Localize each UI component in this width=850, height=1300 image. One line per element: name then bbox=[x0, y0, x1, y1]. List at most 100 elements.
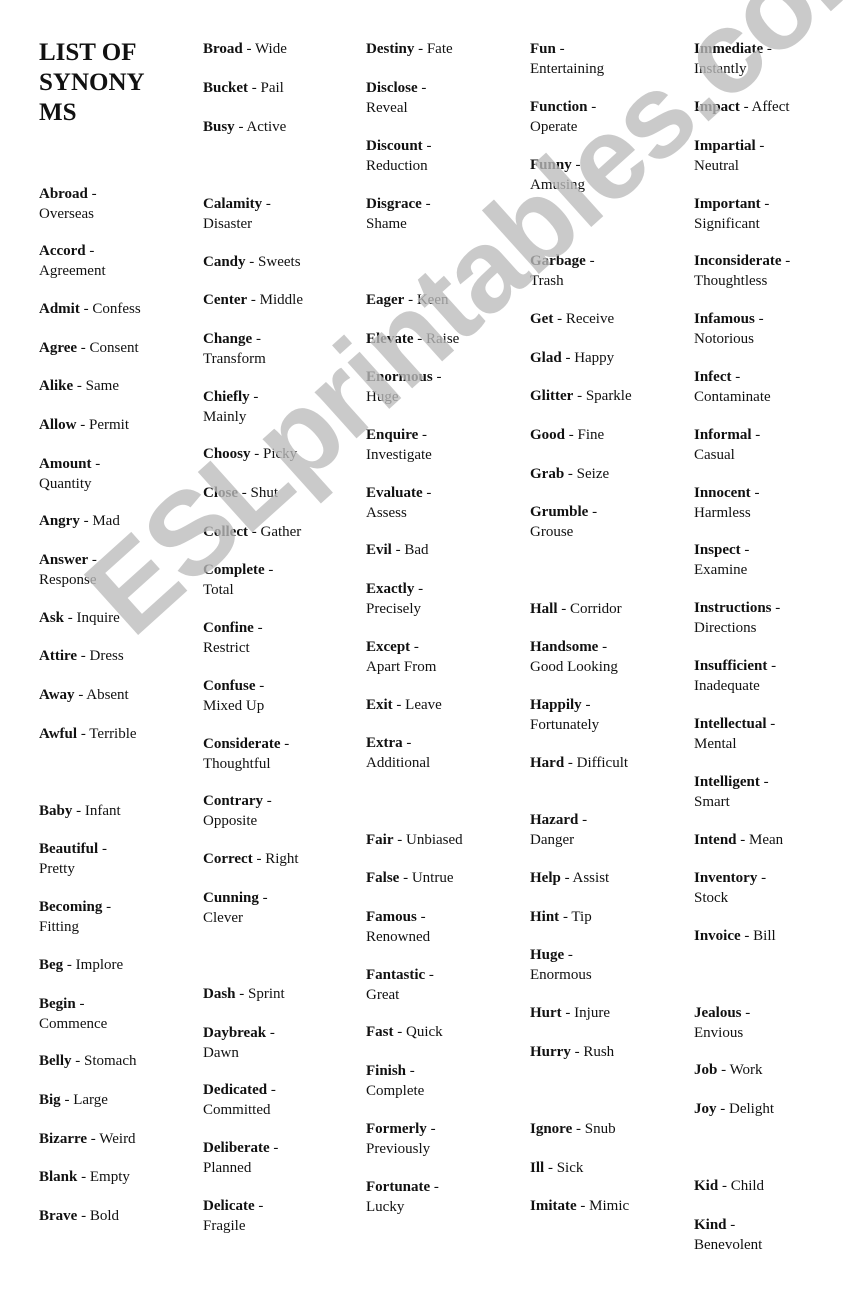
entry-synonym: Grouse bbox=[530, 523, 574, 540]
entry-synonym: Thoughtful bbox=[203, 755, 271, 772]
entry-word: Belly bbox=[39, 1053, 72, 1069]
entry-word: Intelligent bbox=[694, 774, 760, 790]
entry-word: Hard bbox=[530, 755, 565, 771]
entry-word: Change bbox=[203, 331, 253, 347]
entry-synonym: Fine bbox=[577, 427, 605, 443]
entry-synonym: Overseas bbox=[39, 205, 94, 222]
entry-synonym: Shut bbox=[250, 485, 279, 501]
entry-word: Exactly bbox=[366, 581, 415, 597]
entry-word: Away bbox=[39, 687, 75, 703]
synonym-entry: Discount - Reduction bbox=[366, 137, 516, 176]
entry-word: Except bbox=[366, 639, 411, 655]
entry-separator: - bbox=[716, 1101, 729, 1117]
entry-separator: - bbox=[87, 1131, 100, 1147]
entry-synonym: Middle bbox=[259, 292, 303, 308]
synonym-entry: Close - Shut bbox=[203, 484, 353, 504]
entry-word: Important bbox=[694, 196, 761, 212]
entry-word: Kind bbox=[694, 1217, 727, 1233]
entry-separator: - bbox=[245, 254, 259, 270]
synonym-entry: Jealous - Envious bbox=[694, 1004, 844, 1043]
entry-word: Agree bbox=[39, 340, 78, 356]
entry-separator: - bbox=[422, 138, 432, 154]
entry-synonym: Enormous bbox=[530, 966, 592, 983]
entry-separator: - bbox=[422, 485, 432, 501]
entry-synonym: Lucky bbox=[366, 1198, 405, 1215]
entry-separator: - bbox=[739, 99, 752, 115]
entry-separator: - bbox=[64, 610, 77, 626]
entry-word: Handsome bbox=[530, 639, 599, 655]
entry-separator: - bbox=[102, 899, 112, 915]
entry-separator: - bbox=[573, 388, 586, 404]
entry-synonym: Right bbox=[265, 851, 299, 867]
entry-word: Finish bbox=[366, 1063, 407, 1079]
synonym-entry: Intend - Mean bbox=[694, 831, 844, 851]
entry-separator: - bbox=[570, 1044, 584, 1060]
entry-separator: - bbox=[74, 687, 87, 703]
synonym-entry: Except - Apart From bbox=[366, 638, 516, 677]
entry-separator: - bbox=[280, 736, 290, 752]
synonym-entry: Finish - Complete bbox=[366, 1062, 516, 1101]
entry-synonym: Planned bbox=[203, 1159, 252, 1176]
synonym-entry: Broad - Wide bbox=[203, 40, 353, 60]
synonym-entry: Kid - Child bbox=[694, 1177, 844, 1197]
entry-separator: - bbox=[740, 928, 754, 944]
entry-synonym: Keen bbox=[416, 292, 449, 308]
entry-synonym: Inquire bbox=[76, 610, 120, 626]
entry-synonym: Total bbox=[203, 581, 234, 598]
entry-synonym: Thoughtless bbox=[694, 272, 768, 289]
synonym-entry: Becoming - Fitting bbox=[39, 898, 189, 937]
entry-word: Inventory bbox=[694, 870, 758, 886]
entry-separator: - bbox=[430, 1179, 439, 1195]
synonym-entry: Insufficient - Inadequate bbox=[694, 657, 844, 696]
entry-synonym: Happy bbox=[574, 350, 615, 366]
entry-word: Grab bbox=[530, 466, 565, 482]
entry-synonym: Good Looking bbox=[530, 658, 618, 675]
entry-separator: - bbox=[76, 417, 89, 433]
entry-word: Intellectual bbox=[694, 716, 767, 732]
entry-word: Immediate bbox=[694, 41, 764, 57]
entry-word: Destiny bbox=[366, 41, 415, 57]
entry-synonym: Unbiased bbox=[406, 832, 463, 848]
synonym-entry: Exit - Leave bbox=[366, 696, 516, 716]
entry-synonym: Contaminate bbox=[694, 388, 771, 405]
entry-separator: - bbox=[77, 340, 90, 356]
entry-separator: - bbox=[585, 253, 595, 269]
synonym-entry: Invoice - Bill bbox=[694, 927, 844, 947]
synonym-entry: Inventory - Stock bbox=[694, 869, 844, 908]
entry-word: Complete bbox=[203, 562, 265, 578]
entry-separator: - bbox=[406, 1063, 415, 1079]
entry-synonym: Reduction bbox=[366, 157, 428, 174]
entry-synonym: Additional bbox=[366, 754, 431, 771]
entry-separator: - bbox=[754, 311, 764, 327]
entry-synonym: Work bbox=[729, 1062, 763, 1078]
entry-separator: - bbox=[731, 369, 741, 385]
entry-synonym: Mixed Up bbox=[203, 697, 265, 714]
synonym-entry: Destiny - Fate bbox=[366, 40, 516, 60]
entry-synonym: Operate bbox=[530, 118, 578, 135]
entry-synonym: Disaster bbox=[203, 215, 253, 232]
entry-word: Big bbox=[39, 1092, 61, 1108]
entry-word: Innocent bbox=[694, 485, 751, 501]
title-line: MS bbox=[39, 99, 77, 126]
entry-separator: - bbox=[598, 639, 608, 655]
entry-word: Fast bbox=[366, 1024, 394, 1040]
entry-word: Delicate bbox=[203, 1198, 255, 1214]
synonym-entry: Angry - Mad bbox=[39, 512, 189, 532]
entry-separator: - bbox=[77, 1208, 90, 1224]
entry-synonym: Previously bbox=[366, 1140, 431, 1157]
entry-synonym: Picky bbox=[263, 446, 298, 462]
entry-separator: - bbox=[740, 542, 750, 558]
entry-synonym: Benevolent bbox=[694, 1236, 763, 1253]
entry-word: Angry bbox=[39, 513, 80, 529]
entry-separator: - bbox=[255, 678, 265, 694]
entry-word: Glitter bbox=[530, 388, 574, 404]
entry-separator: - bbox=[741, 1005, 751, 1021]
synonym-entry: Bucket - Pail bbox=[203, 79, 353, 99]
entry-separator: - bbox=[410, 639, 419, 655]
synonym-entry: Fun - Entertaining bbox=[530, 40, 680, 79]
entry-word: Beautiful bbox=[39, 841, 99, 857]
entry-separator: - bbox=[581, 697, 591, 713]
entry-word: Allow bbox=[39, 417, 77, 433]
entry-word: Infect bbox=[694, 369, 732, 385]
entry-synonym: Sweets bbox=[258, 254, 301, 270]
